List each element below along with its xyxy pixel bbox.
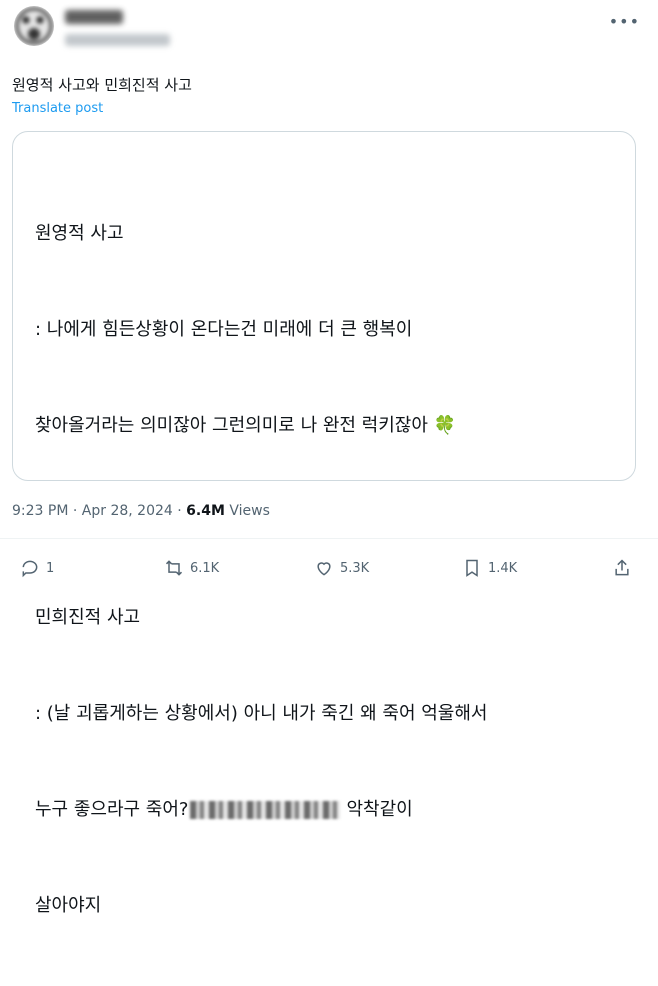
- like-button[interactable]: 5.3K: [314, 558, 369, 578]
- card-line-2: 찾아올거라는 의미잖아 그런의미로 나 완전 럭키잖아 🍀: [35, 415, 457, 436]
- author-handle-redacted[interactable]: [65, 34, 170, 46]
- more-icon[interactable]: •••: [609, 12, 640, 31]
- card-line-5: 살아야지: [35, 895, 102, 916]
- card-line-3: : (날 괴롭게하는 상황에서) 아니 내가 죽긴 왜 죽어 억울해서: [35, 703, 488, 724]
- card-line-1: : 나에게 힘든상황이 온다는건 미래에 더 큰 행복이: [35, 319, 413, 340]
- post-date[interactable]: Apr 28, 2024: [82, 503, 173, 519]
- reply-button[interactable]: 1: [20, 558, 54, 578]
- four-leaf-clover-icon: 🍀: [433, 415, 457, 436]
- author-name-redacted[interactable]: [65, 10, 123, 24]
- bookmark-count: 1.4K: [488, 560, 518, 576]
- like-icon: [317, 562, 331, 576]
- share-icon: [615, 559, 629, 576]
- card-line-4: 누구 좋으라구 죽어? 악착같이: [35, 799, 413, 820]
- card-heading-2: 민희진적 사고: [35, 607, 141, 628]
- repost-button[interactable]: 6.1K: [164, 558, 219, 578]
- bookmark-icon: [466, 559, 478, 577]
- post-time[interactable]: 9:23 PM: [12, 503, 68, 519]
- repost-icon: [165, 560, 183, 576]
- quoted-text-card: 원영적 사고 : 나에게 힘든상황이 온다는건 미래에 더 큰 행복이 찾아올거…: [12, 131, 636, 916]
- share-button[interactable]: [612, 558, 632, 578]
- action-bar: 1 6.1K 5.3K 1.4K: [12, 553, 642, 583]
- reply-icon: [22, 560, 38, 578]
- post-text: 원영적 사고와 민희진적 사고: [12, 76, 192, 94]
- divider: [0, 538, 658, 539]
- views-count: 6.4M: [186, 503, 225, 519]
- like-count: 5.3K: [340, 560, 370, 576]
- reply-count: 1: [46, 560, 55, 576]
- bookmark-button[interactable]: 1.4K: [462, 558, 517, 578]
- card-heading-1: 원영적 사고: [35, 223, 124, 244]
- avatar[interactable]: [14, 6, 54, 46]
- repost-count: 6.1K: [190, 560, 220, 576]
- post-meta: 9:23 PM · Apr 28, 2024 · 6.4M Views: [12, 503, 270, 519]
- redacted-text: [190, 801, 341, 819]
- views-label: Views: [229, 503, 270, 519]
- translate-post-link[interactable]: Translate post: [12, 101, 103, 116]
